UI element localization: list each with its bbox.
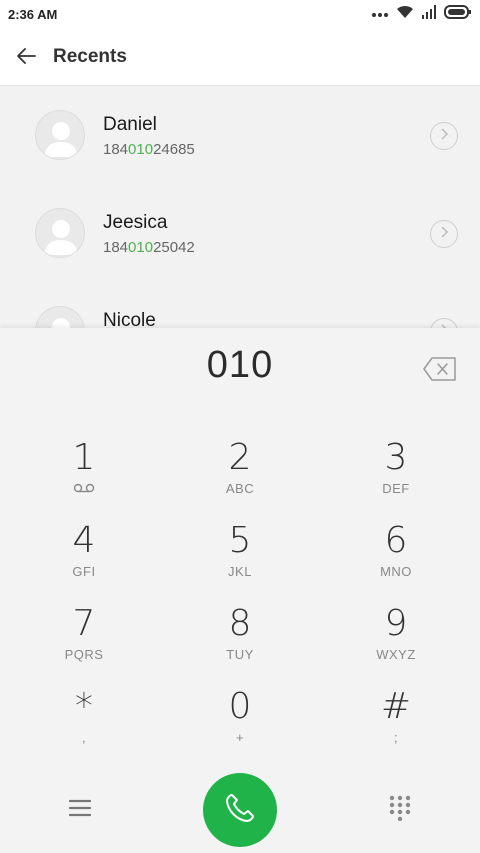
contact-detail-button[interactable] [430, 122, 458, 150]
key-letters: + [235, 730, 245, 745]
avatar [35, 208, 85, 258]
key-digit: # [380, 686, 412, 727]
key-letters: , [81, 730, 87, 745]
contact-detail-button[interactable] [430, 220, 458, 248]
key-5[interactable]: 5 JKL [180, 519, 300, 599]
contact-detail-button[interactable] [430, 318, 458, 328]
number-match: 010 [128, 239, 154, 256]
dial-number-display[interactable]: 010 [0, 344, 480, 387]
key-letters: DEF [382, 481, 410, 496]
key-9[interactable]: 9 WXYZ [336, 602, 456, 682]
key-letters: GFI [72, 564, 96, 579]
voicemail-icon [24, 483, 144, 493]
menu-icon [68, 799, 92, 822]
key-digit: 4 [72, 520, 96, 561]
menu-button[interactable] [62, 796, 98, 824]
key-letters: ABC [225, 481, 255, 496]
keypad-toggle-button[interactable] [380, 790, 420, 830]
contact-number: 18401024685 [103, 141, 195, 158]
key-hash[interactable]: # ; [336, 685, 456, 765]
status-icons [372, 4, 472, 24]
arrow-left-icon [16, 47, 36, 70]
wifi-icon [396, 5, 414, 24]
status-bar: 2:36 AM [0, 0, 480, 28]
key-2[interactable]: 2 ABC [180, 436, 300, 516]
key-6[interactable]: 6 MNO [336, 519, 456, 599]
dialer-bottom-bar [0, 768, 480, 848]
dialer-panel: 010 1 2 ABC 3 DEF 4 GFI 5 JKL 6 MNO 7 PQ… [0, 328, 480, 853]
key-letters: JKL [228, 564, 252, 579]
key-digit: * [75, 686, 93, 727]
more-dots-icon [372, 5, 388, 23]
contact-row-daniel[interactable]: Daniel 18401024685 [0, 86, 480, 184]
back-button[interactable] [10, 42, 42, 74]
key-digit: 7 [72, 603, 96, 644]
backspace-icon [422, 357, 458, 386]
app-bar: Recents [0, 28, 480, 86]
battery-icon [444, 4, 472, 24]
avatar [35, 306, 85, 328]
key-7[interactable]: 7 PQRS [24, 602, 144, 682]
key-4[interactable]: 4 GFI [24, 519, 144, 599]
contact-row-nicole[interactable]: Nicole [0, 282, 480, 328]
number-match: 010 [128, 141, 154, 158]
recents-list: Daniel 18401024685 Jeesica 18401025042 N… [0, 86, 480, 328]
key-star[interactable]: * , [24, 685, 144, 765]
number-suffix: 25042 [153, 239, 195, 256]
number-suffix: 24685 [153, 141, 195, 158]
chevron-right-icon [439, 127, 449, 145]
key-0[interactable]: 0 + [180, 685, 300, 765]
key-digit: 5 [228, 520, 252, 561]
contact-row-jeesica[interactable]: Jeesica 18401025042 [0, 184, 480, 282]
chevron-right-icon [439, 225, 449, 243]
key-digit: 3 [384, 437, 408, 478]
status-time: 2:36 AM [8, 7, 58, 22]
number-prefix: 184 [103, 239, 129, 256]
key-digit: 1 [72, 437, 96, 478]
keypad-icon [389, 795, 411, 826]
key-1[interactable]: 1 [24, 436, 144, 516]
key-digit: 9 [384, 603, 408, 644]
key-8[interactable]: 8 TUY [180, 602, 300, 682]
key-digit: 0 [228, 686, 252, 727]
key-letters: WXYZ [376, 647, 416, 662]
phone-icon [223, 791, 257, 830]
number-prefix: 184 [103, 141, 129, 158]
page-title: Recents [53, 46, 127, 67]
key-letters: ; [393, 730, 399, 745]
backspace-button[interactable] [422, 356, 458, 382]
contact-name: Jeesica [103, 212, 168, 233]
contact-name: Daniel [103, 114, 157, 135]
signal-icon [422, 4, 436, 24]
key-3[interactable]: 3 DEF [336, 436, 456, 516]
avatar [35, 110, 85, 160]
key-letters: MNO [380, 564, 412, 579]
contact-name: Nicole [103, 310, 156, 328]
key-digit: 6 [384, 520, 408, 561]
call-button[interactable] [203, 773, 277, 847]
contact-number: 18401025042 [103, 239, 195, 256]
key-digit: 2 [228, 437, 252, 478]
key-digit: 8 [228, 603, 252, 644]
key-letters: TUY [226, 647, 254, 662]
key-letters: PQRS [64, 647, 104, 662]
